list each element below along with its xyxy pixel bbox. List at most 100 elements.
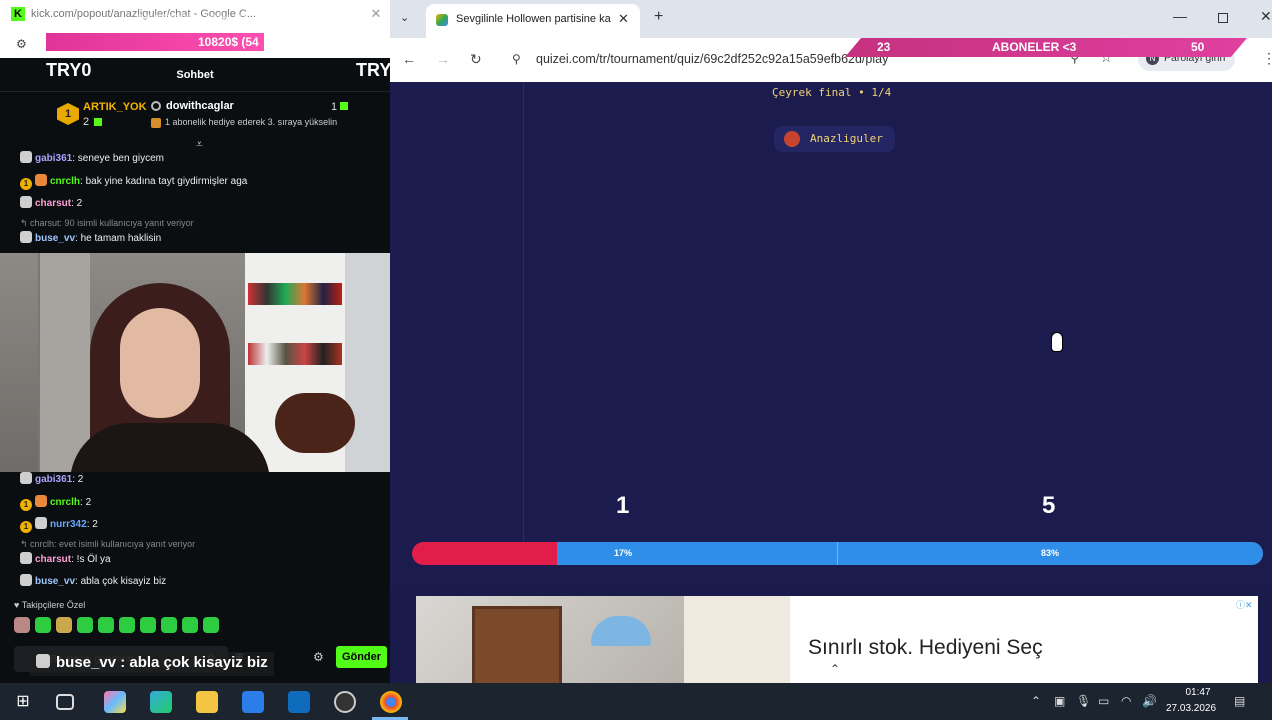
score-right: 5: [1042, 492, 1056, 519]
clock-date[interactable]: 27.03.2026: [1166, 703, 1216, 714]
address-bar[interactable]: quizei.com/tr/tournament/quiz/69c2df252c…: [536, 52, 888, 66]
stream-overlay-thanks: DESTEĞİN İÇİN TEŞEKKÜRLERR <3: [136, 12, 359, 26]
chat-username[interactable]: charsut: [35, 198, 71, 209]
copilot-icon[interactable]: [104, 691, 126, 713]
browser-window: ⌄ Sevgilinle Hollowen partisine ka ✕ + —…: [390, 0, 1272, 683]
site-info-icon[interactable]: ⚲: [512, 52, 521, 66]
gift-icon: [340, 102, 348, 110]
wifi-icon[interactable]: ◠: [1121, 694, 1131, 708]
webcam-door: [38, 253, 90, 472]
outlook-icon[interactable]: [288, 691, 310, 713]
emote-icon[interactable]: [119, 617, 135, 633]
tab-search-icon[interactable]: ⌄: [400, 11, 409, 24]
new-tab-icon[interactable]: +: [654, 8, 663, 26]
percent-left: 17%: [614, 548, 633, 558]
screen: K kick.com/popout/anazliguler/chat - Goo…: [0, 0, 1272, 720]
user-emote-icon: [35, 174, 47, 186]
close-icon[interactable]: ✕: [368, 6, 384, 22]
clock-time[interactable]: 01:47: [1178, 687, 1218, 698]
rank-badge-icon: 1: [20, 499, 32, 511]
emote-icon[interactable]: [77, 617, 93, 633]
chat-text: : abla çok kisayiz biz: [75, 576, 167, 587]
chat-username[interactable]: gabi361: [35, 474, 72, 485]
reload-icon[interactable]: ↻: [470, 51, 482, 68]
menu-kebab-icon[interactable]: ⋮: [1262, 50, 1272, 67]
chat-text: : bak yine kadına tayt giydirmişler aga: [80, 176, 248, 187]
creator-avatar: [784, 131, 800, 147]
emote-icon[interactable]: [203, 617, 219, 633]
user-badge-icon: [151, 101, 161, 111]
chat-username[interactable]: nurr342: [50, 519, 87, 530]
emote-icon[interactable]: [98, 617, 114, 633]
emote-icon[interactable]: [35, 617, 51, 633]
back-icon[interactable]: ←: [402, 51, 416, 67]
followers-only-label: ♥ Takipçilere Özel: [14, 600, 86, 610]
start-windows-icon[interactable]: ⊞: [12, 691, 34, 713]
notifications-icon[interactable]: ▤: [1234, 694, 1245, 708]
webcam-person-face: [120, 308, 200, 418]
sub-goal-current: 23: [877, 40, 891, 54]
microphone-icon[interactable]: 🎙: [1076, 694, 1091, 708]
percent-right: 83%: [1041, 548, 1060, 558]
quiz-creator-chip[interactable]: Anazliguler: [774, 126, 895, 152]
hand-cursor-icon: [1051, 332, 1063, 352]
close-window-icon[interactable]: ✕: [1260, 8, 1272, 25]
task-view-icon[interactable]: [56, 694, 74, 710]
site-favicon-icon: [436, 14, 448, 26]
emote-icon[interactable]: [14, 617, 30, 633]
emote-icon[interactable]: [56, 617, 72, 633]
emote-bar: [14, 617, 224, 635]
chat-tab-label[interactable]: Sohbet: [0, 69, 390, 81]
chat-username[interactable]: gabi361: [35, 153, 72, 164]
camera-icon[interactable]: ▣: [1054, 694, 1065, 708]
battery-icon[interactable]: ▭: [1098, 694, 1109, 708]
quiz-divider: [523, 82, 524, 542]
user-emote-icon: [20, 472, 32, 484]
user-emote-icon: [36, 654, 50, 668]
gift-icon: [94, 118, 102, 126]
send-button[interactable]: Gönder: [336, 646, 387, 668]
maximize-icon[interactable]: [1218, 13, 1228, 23]
chat-settings-icon[interactable]: ⚙: [313, 650, 324, 664]
chat-text: : he tamam haklisin: [75, 233, 162, 244]
leaderboard-message: 1 abonelik hediye ederek 3. sıraya yükse…: [165, 117, 338, 127]
chat-username[interactable]: charsut: [35, 554, 71, 565]
tray-overflow-icon[interactable]: ⌃: [1031, 694, 1041, 708]
edge-icon[interactable]: [150, 691, 172, 713]
leaderboard-user-2[interactable]: dowithcaglar: [166, 100, 234, 112]
chat-text: : 2: [71, 198, 83, 209]
chat-message: 1 nurr342: 2: [20, 517, 98, 533]
forward-icon[interactable]: →: [436, 51, 450, 67]
webcam-video: [0, 253, 390, 472]
minimize-icon[interactable]: —: [1173, 8, 1187, 24]
chat-username[interactable]: cnrclh: [50, 176, 80, 187]
kick-logo-icon: K: [11, 7, 25, 21]
advertisement-banner[interactable]: Sınırlı stok. Hediyeni Seç ⓘ✕ ⌃: [416, 596, 1258, 683]
chat-username[interactable]: cnrclh: [50, 497, 80, 508]
emote-icon[interactable]: [161, 617, 177, 633]
browser-tab[interactable]: Sevgilinle Hollowen partisine ka ✕: [426, 4, 640, 38]
chevron-up-icon[interactable]: ⌃: [830, 662, 840, 676]
store-icon[interactable]: [242, 691, 264, 713]
user-emote-icon: [35, 495, 47, 507]
score-left: 1: [616, 492, 630, 519]
user-emote-icon: [20, 574, 32, 586]
obs-icon[interactable]: [334, 691, 356, 713]
user-emote-icon: [35, 517, 47, 529]
reply-text: cnrclh: evet isimli kullanıcıya yanıt ve…: [30, 539, 196, 549]
emote-icon[interactable]: [140, 617, 156, 633]
ad-choices-icon[interactable]: ⓘ✕: [1236, 598, 1253, 611]
file-explorer-icon[interactable]: [196, 691, 218, 713]
site-settings-icon[interactable]: ⚙: [16, 37, 27, 51]
chat-popout-window: K kick.com/popout/anazliguler/chat - Goo…: [0, 0, 390, 683]
emote-icon[interactable]: [182, 617, 198, 633]
close-tab-icon[interactable]: ✕: [618, 11, 629, 27]
leaderboard-user-1[interactable]: ARTIK_YOK: [83, 101, 147, 113]
chrome-icon[interactable]: [380, 691, 402, 713]
volume-icon[interactable]: 🔊: [1142, 694, 1157, 708]
ad-bag-image: [472, 606, 562, 683]
collapse-icon[interactable]: ⩡: [196, 137, 203, 152]
chat-username[interactable]: buse_vv: [35, 576, 75, 587]
chat-username[interactable]: buse_vv: [35, 233, 75, 244]
ad-headline[interactable]: Sınırlı stok. Hediyeni Seç: [808, 636, 1043, 660]
